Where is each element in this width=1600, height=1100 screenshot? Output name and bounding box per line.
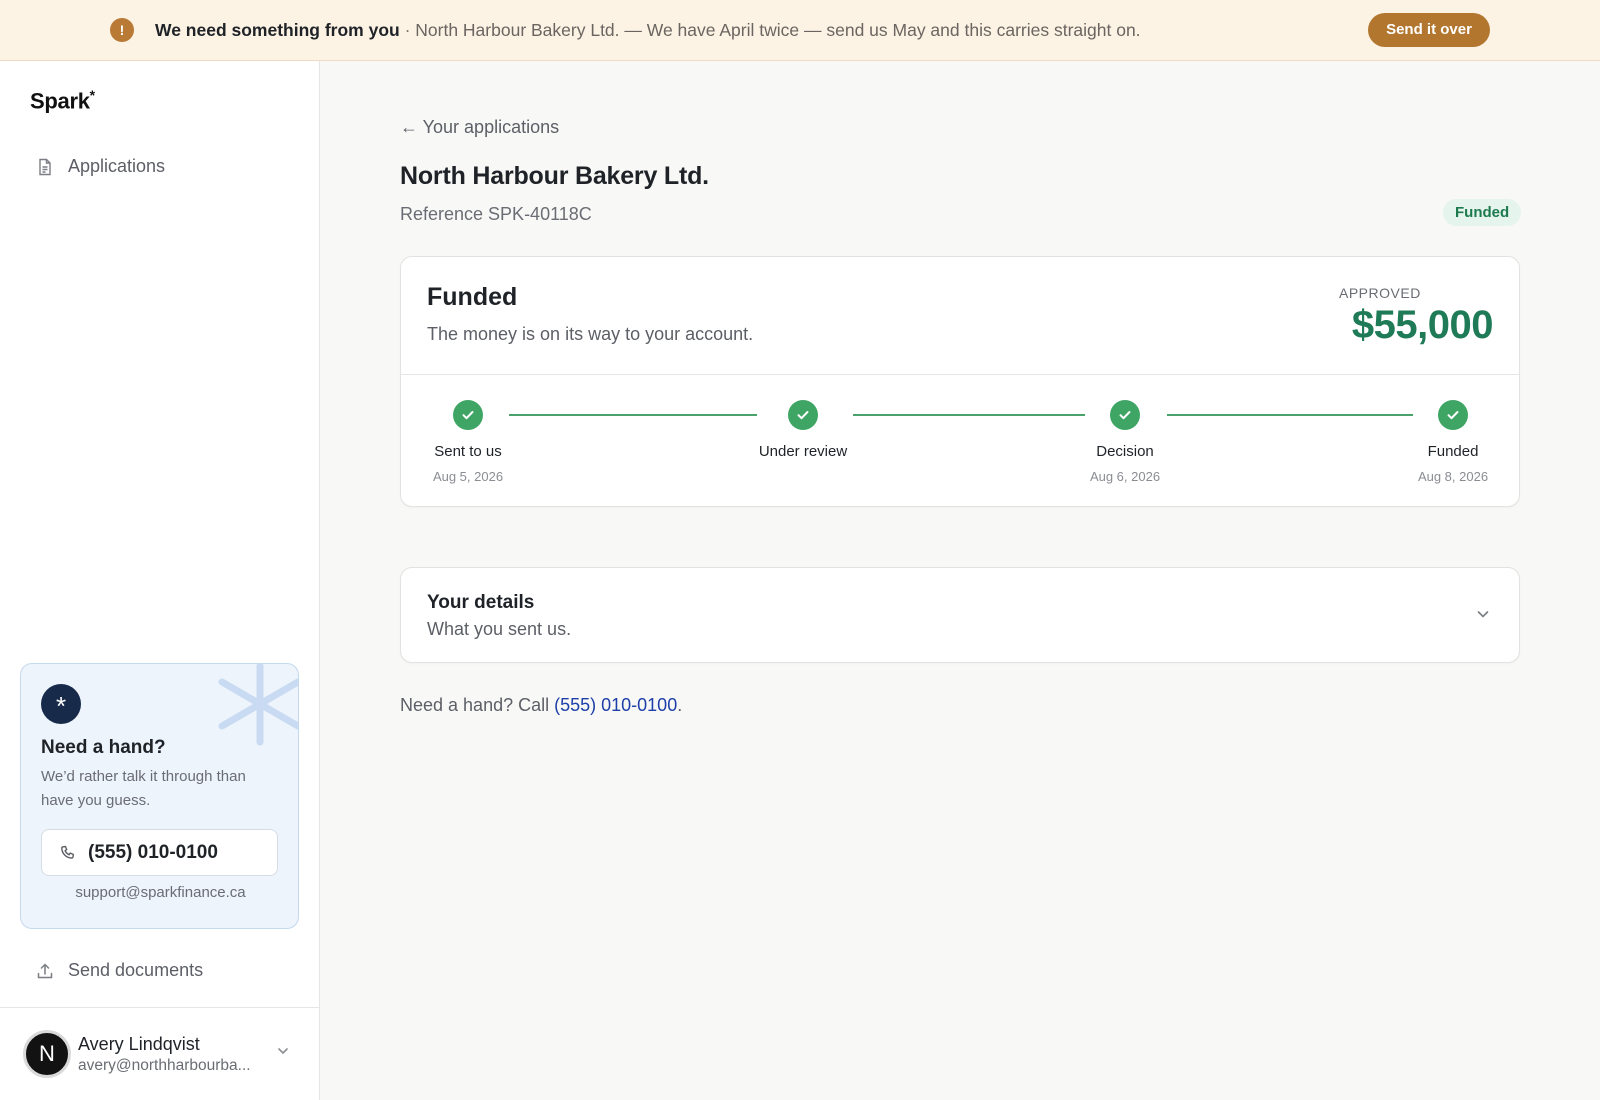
step-check-icon (1110, 400, 1140, 430)
banner-separator: · (399, 20, 416, 40)
step-date: Aug 8, 2026 (1417, 469, 1489, 484)
step-label: Sent to us (434, 443, 502, 460)
banner-text: We need something from you · North Harbo… (155, 19, 1141, 41)
approved-amount: $55,000 (1351, 303, 1494, 347)
sidebar: Spark* Applications * Need a hand? We’d … (0, 61, 320, 1100)
reference-number: Reference SPK-40118C (400, 204, 592, 224)
status-subtitle: The money is on its way to your account. (427, 324, 754, 344)
step-date: Aug 5, 2026 (432, 469, 504, 484)
help-card-title: Need a hand? (41, 737, 166, 758)
status-title: Funded (427, 283, 518, 311)
page-title: North Harbour Bakery Ltd. (400, 162, 709, 190)
step-date: Aug 6, 2026 (1089, 469, 1161, 484)
upload-icon (37, 962, 53, 978)
help-phone-button[interactable]: (555) 010-0100 (41, 829, 278, 876)
back-to-applications-link[interactable]: ← Your applications (400, 117, 559, 138)
approved-label: APPROVED (1339, 285, 1421, 301)
help-phone-link[interactable]: (555) 010-0100 (554, 695, 677, 715)
support-email-link[interactable]: support@sparkfinance.ca (21, 884, 298, 901)
status-badge: Funded (1443, 199, 1522, 226)
step-check-icon (788, 400, 818, 430)
step-connector (1167, 414, 1413, 416)
sidebar-item-label: Applications (68, 156, 166, 176)
step-label: Decision (1096, 443, 1154, 460)
step-connector (853, 414, 1085, 416)
user-menu[interactable]: N Avery Lindqvist avery@northharbourba..… (0, 1007, 319, 1100)
help-phone-number: (555) 010-0100 (88, 841, 218, 863)
send-it-over-button[interactable]: Send it over (1368, 13, 1490, 47)
banner-heading: We need something from you (155, 20, 400, 40)
banner-message: North Harbour Bakery Ltd. — We have Apri… (415, 20, 1141, 40)
status-card-header: Funded The money is on its way to your a… (401, 257, 1519, 375)
chevron-down-icon[interactable] (1475, 606, 1491, 622)
help-line-suffix: . (677, 695, 683, 715)
status-card: Funded The money is on its way to your a… (400, 256, 1520, 507)
document-icon (39, 158, 51, 175)
phone-icon (61, 845, 75, 859)
chevron-down-icon[interactable] (276, 1044, 290, 1058)
logo-text: Spark (30, 88, 90, 114)
asterisk-icon: * (41, 684, 81, 724)
sidebar-item-send-documents[interactable]: Send documents (36, 960, 203, 981)
logo-mark: * (89, 87, 95, 103)
user-name: Avery Lindqvist (78, 1034, 200, 1054)
user-email: avery@northharbourba... (78, 1057, 251, 1074)
action-banner: ! We need something from you · North Har… (0, 0, 1600, 61)
logo[interactable]: Spark* (30, 87, 95, 114)
avatar: N (23, 1030, 71, 1078)
step-connector (509, 414, 757, 416)
details-subtitle: What you sent us. (427, 619, 572, 639)
asterisk-decoration-icon (218, 664, 298, 746)
help-card-body: We’d rather talk it through than have yo… (41, 768, 246, 809)
sidebar-item-applications[interactable]: Applications (36, 156, 165, 177)
step-label: Under review (758, 443, 848, 460)
details-title: Your details (427, 592, 535, 613)
your-details-accordion[interactable]: Your details What you sent us. (400, 567, 1520, 663)
progress-steps: Sent to us Under review Decision Funded … (401, 375, 1519, 507)
sidebar-item-label: Send documents (68, 960, 204, 980)
help-card: * Need a hand? We’d rather talk it throu… (20, 663, 299, 929)
step-check-icon (453, 400, 483, 430)
exclamation-icon: ! (110, 18, 134, 42)
help-line-prefix: Need a hand? Call (400, 695, 555, 715)
step-label: Funded (1427, 443, 1479, 460)
step-check-icon (1438, 400, 1468, 430)
help-call-line: Need a hand? Call (555) 010-0100. (400, 695, 682, 716)
